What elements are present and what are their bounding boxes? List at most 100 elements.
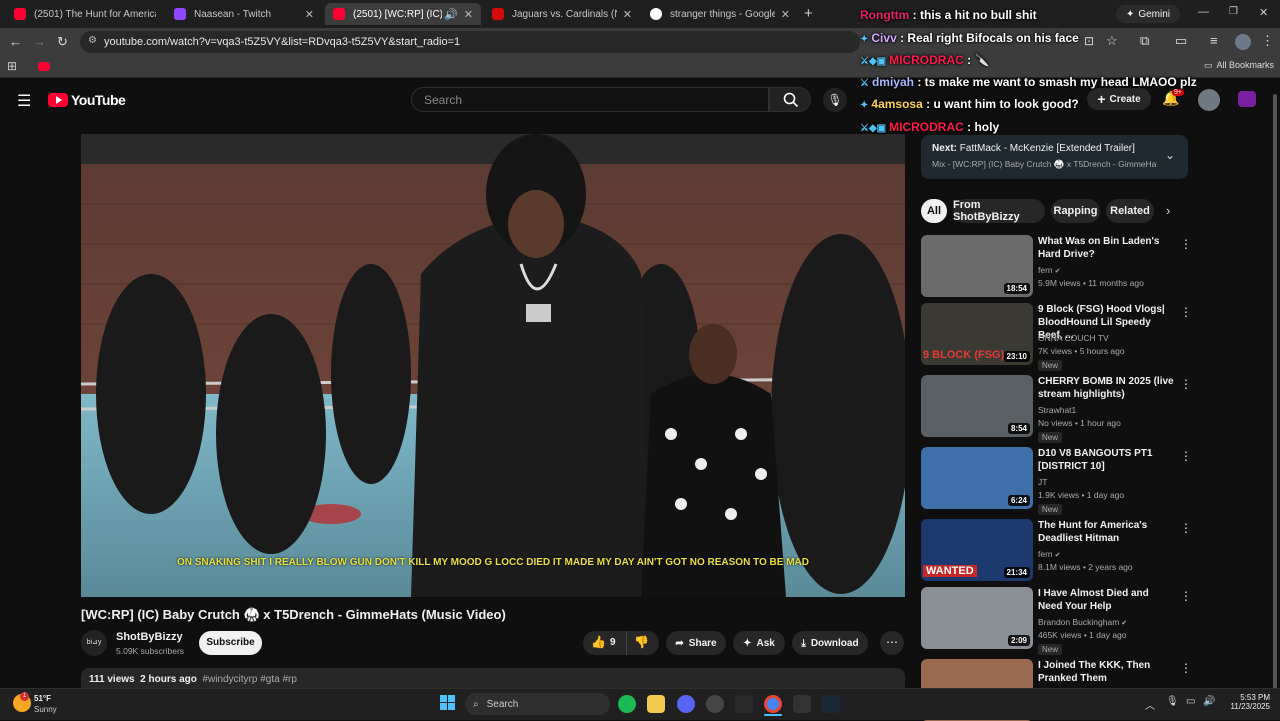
profile-avatar[interactable] bbox=[1235, 34, 1251, 50]
chip-from-channel[interactable]: From ShotByBizzy bbox=[953, 199, 1045, 223]
related-channel-name[interactable]: Brandon Buckingham ✔ bbox=[1038, 616, 1127, 630]
related-video-thumbnail[interactable]: 8:54 bbox=[921, 375, 1033, 437]
chip-rapping[interactable]: Rapping bbox=[1051, 199, 1100, 223]
network-icon[interactable]: ▭ bbox=[1186, 696, 1195, 707]
dislike-thumb-down-icon[interactable]: 👎 bbox=[634, 635, 649, 649]
up-next-panel[interactable]: Next: FattMack - McKenzie [Extended Trai… bbox=[921, 135, 1188, 179]
page-scrollbar[interactable] bbox=[1272, 82, 1278, 694]
hamburger-menu-icon[interactable]: ☰ bbox=[17, 91, 31, 111]
steam-icon[interactable] bbox=[822, 695, 840, 713]
create-button[interactable]: + Create bbox=[1087, 88, 1151, 110]
like-thumb-up-icon[interactable]: 👍 bbox=[591, 635, 606, 649]
share-button[interactable]: ➦ Share bbox=[666, 631, 726, 655]
related-video-title[interactable]: What Was on Bin Laden's Hard Drive? bbox=[1038, 235, 1174, 261]
hashtags[interactable]: #windycityrp #gta #rp bbox=[202, 674, 297, 685]
scrollbar-thumb[interactable] bbox=[1273, 94, 1277, 694]
youtube-favicon-icon bbox=[333, 8, 345, 20]
related-video-title[interactable]: D10 V8 BANGOUTS PT1 [DISTRICT 10] bbox=[1038, 447, 1174, 473]
windows-start-icon[interactable] bbox=[440, 695, 456, 711]
channel-name[interactable]: ShotByBizzy bbox=[116, 631, 183, 643]
discord-icon[interactable] bbox=[677, 695, 695, 713]
browser-tab-5[interactable]: stranger things - Google Search ✕ bbox=[642, 3, 798, 25]
related-video-title[interactable]: The Hunt for America's Deadliest Hitman bbox=[1038, 519, 1174, 545]
account-avatar[interactable] bbox=[1198, 89, 1220, 111]
video-options-kebab-icon[interactable]: ⋮ bbox=[1180, 450, 1192, 462]
related-video-thumbnail[interactable]: 6:24 bbox=[921, 447, 1033, 509]
site-info-icon[interactable]: ⚙ bbox=[88, 35, 97, 46]
all-bookmarks-button[interactable]: ▭ All Bookmarks bbox=[1204, 60, 1274, 71]
extensions-icon[interactable]: ⧉ bbox=[1140, 33, 1149, 49]
video-options-kebab-icon[interactable]: ⋮ bbox=[1180, 590, 1192, 602]
gemini-button[interactable]: ✦ Gemini bbox=[1116, 5, 1180, 23]
related-video-title[interactable]: I Have Almost Died and Need Your Help bbox=[1038, 587, 1174, 613]
tray-overflow-chevron-icon[interactable]: ︿ bbox=[1145, 697, 1155, 712]
twitch-extension-icon[interactable] bbox=[1238, 91, 1256, 107]
video-options-kebab-icon[interactable]: ⋮ bbox=[1180, 522, 1192, 534]
related-video-thumbnail[interactable]: WANTED 21:34 bbox=[921, 519, 1033, 581]
related-channel-name[interactable]: ONNA COUCH TV bbox=[1038, 332, 1109, 345]
more-actions-icon[interactable]: ⋯ bbox=[880, 631, 904, 655]
bookmark-star-icon[interactable]: ☆ bbox=[1106, 33, 1118, 49]
voice-search-mic-icon[interactable]: 🎙 bbox=[823, 88, 847, 112]
minimize-icon[interactable]: — bbox=[1198, 6, 1209, 18]
close-window-icon[interactable]: ✕ bbox=[1259, 6, 1268, 19]
reload-icon[interactable]: ↻ bbox=[57, 34, 68, 50]
subscribe-button[interactable]: Subscribe bbox=[199, 631, 262, 655]
related-channel-name[interactable]: Strawhat1 bbox=[1038, 404, 1076, 417]
file-explorer-icon[interactable] bbox=[647, 695, 665, 713]
close-tab-icon[interactable]: ✕ bbox=[623, 8, 632, 21]
apps-grid-icon[interactable]: ⊞ bbox=[7, 59, 17, 73]
chip-related[interactable]: Related bbox=[1106, 199, 1154, 223]
taskbar-search[interactable]: ⌕ Search bbox=[465, 693, 610, 715]
chevron-right-icon[interactable]: › bbox=[1166, 203, 1170, 218]
related-channel-name[interactable]: JT bbox=[1038, 476, 1047, 489]
expand-chevron-down-icon[interactable]: ⌄ bbox=[1165, 148, 1175, 162]
browser-tab-4[interactable]: Jaguars vs. Cardinals (Nov 23, 2 ✕ bbox=[484, 3, 640, 25]
channel-text: Strawhat1 bbox=[1038, 405, 1077, 415]
close-tab-icon[interactable]: ✕ bbox=[305, 8, 314, 21]
close-tab-icon[interactable]: ✕ bbox=[781, 8, 790, 21]
youtube-logo[interactable]: YouTube bbox=[48, 92, 126, 108]
clock[interactable]: 5:53 PM 11/23/2025 bbox=[1222, 693, 1270, 711]
video-options-kebab-icon[interactable]: ⋮ bbox=[1180, 306, 1192, 318]
video-options-kebab-icon[interactable]: ⋮ bbox=[1180, 238, 1192, 250]
browser-tab-1[interactable]: (2501) The Hunt for America's bbox=[6, 3, 164, 25]
restore-icon[interactable]: ❐ bbox=[1229, 6, 1238, 17]
epic-games-icon[interactable] bbox=[735, 695, 753, 713]
new-tab-icon[interactable]: + bbox=[804, 5, 813, 22]
related-video-title[interactable]: I Joined The KKK, Then Pranked Them bbox=[1038, 659, 1174, 685]
video-options-kebab-icon[interactable]: ⋮ bbox=[1180, 662, 1192, 674]
chip-all[interactable]: All bbox=[921, 199, 947, 223]
browser-tab-3-active[interactable]: (2501) [WC:RP] (IC) Baby Cr 🔊 ✕ bbox=[325, 3, 481, 25]
back-icon[interactable]: ← bbox=[9, 34, 22, 49]
microphone-icon[interactable]: 🎙 bbox=[1166, 696, 1179, 707]
channel-avatar[interactable]: bi⊿y bbox=[81, 630, 107, 656]
search-button[interactable] bbox=[769, 87, 811, 112]
video-player[interactable]: ON SNAKING SHIT I REALLY BLOW GUN DON'T … bbox=[81, 134, 905, 597]
address-bar[interactable]: ⚙ youtube.com/watch?v=vqa3-t5Z5VY&list=R… bbox=[80, 31, 860, 53]
ask-button[interactable]: ✦ Ask bbox=[733, 631, 785, 655]
volume-icon[interactable]: 🔊 bbox=[1203, 696, 1215, 707]
spotify-icon[interactable] bbox=[618, 695, 636, 713]
download-button[interactable]: ⤓ Download bbox=[792, 631, 868, 655]
forward-icon[interactable]: → bbox=[33, 34, 46, 49]
related-channel-name[interactable]: fern ✔ bbox=[1038, 548, 1060, 562]
related-video-thumbnail[interactable]: 9 BLOCK (FSG) 23:10 bbox=[921, 303, 1033, 365]
video-options-kebab-icon[interactable]: ⋮ bbox=[1180, 378, 1192, 390]
youtube-bookmark-icon[interactable] bbox=[38, 62, 50, 71]
browser-tab-2[interactable]: Naasean - Twitch ✕ bbox=[166, 3, 322, 25]
github-icon[interactable] bbox=[706, 695, 724, 713]
install-app-icon[interactable]: ⊡ bbox=[1084, 34, 1094, 48]
steam-like-app-icon[interactable] bbox=[793, 695, 811, 713]
speaker-icon[interactable]: 🔊 bbox=[444, 8, 458, 21]
chrome-icon[interactable] bbox=[764, 695, 782, 713]
related-channel-name[interactable]: fern ✔ bbox=[1038, 264, 1060, 278]
related-video-thumbnail[interactable]: 18:54 bbox=[921, 235, 1033, 297]
search-input[interactable]: Search bbox=[411, 87, 769, 112]
media-controls-icon[interactable]: ≡ bbox=[1210, 33, 1218, 48]
related-video-thumbnail[interactable]: 2:09 bbox=[921, 587, 1033, 649]
sidepanel-icon[interactable]: ▭ bbox=[1175, 33, 1187, 49]
related-video-title[interactable]: CHERRY BOMB IN 2025 (live stream highlig… bbox=[1038, 375, 1174, 401]
close-tab-icon[interactable]: ✕ bbox=[464, 8, 473, 21]
browser-menu-icon[interactable]: ⋮ bbox=[1261, 33, 1274, 49]
